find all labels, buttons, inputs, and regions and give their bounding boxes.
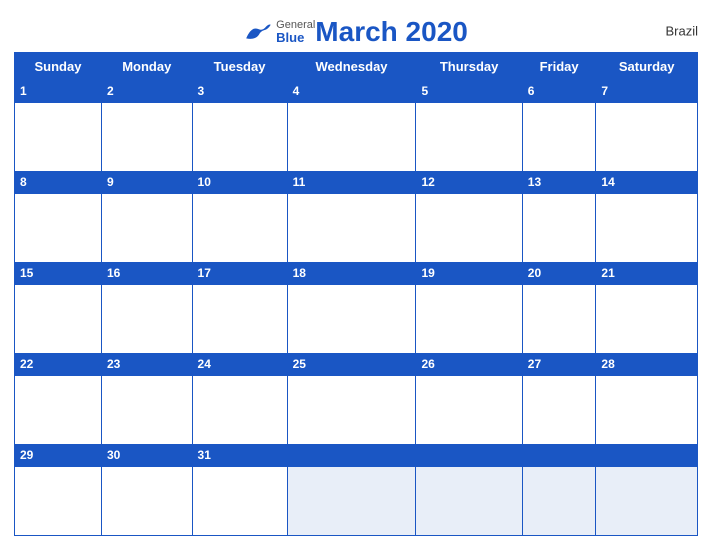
week-3-date-row: 15161718192021 [15,262,698,284]
week-1-date-row: 1234567 [15,81,698,103]
week-3-day-2-cell [192,284,287,353]
week-2-day-0-cell [15,193,102,262]
week-4-day-2-number: 24 [192,353,287,375]
week-1-day-1-cell [101,102,192,171]
week-4-day-1-number: 23 [101,353,192,375]
week-2-day-1-cell [101,193,192,262]
week-4-date-row: 22232425262728 [15,353,698,375]
week-2-day-4-number: 12 [416,171,522,193]
col-tuesday: Tuesday [192,53,287,81]
week-2-day-6-cell [596,193,698,262]
week-1-day-4-cell [416,102,522,171]
week-5-day-3-number [287,444,416,466]
week-3-day-3-number: 18 [287,262,416,284]
week-5-content-row [15,466,698,535]
week-1-day-5-number: 6 [522,81,596,103]
week-3-day-0-number: 15 [15,262,102,284]
week-1-day-1-number: 2 [101,81,192,103]
logo: General Blue [244,19,315,45]
week-2-day-1-number: 9 [101,171,192,193]
logo-text: General Blue [276,19,315,45]
week-4-day-5-number: 27 [522,353,596,375]
week-4-day-4-cell [416,375,522,444]
logo-blue: Blue [276,31,315,45]
week-4-day-4-number: 26 [416,353,522,375]
week-3-day-5-number: 20 [522,262,596,284]
week-3-day-4-number: 19 [416,262,522,284]
week-3-day-6-number: 21 [596,262,698,284]
week-2-day-4-cell [416,193,522,262]
col-sunday: Sunday [15,53,102,81]
week-1-content-row [15,102,698,171]
week-1-day-4-number: 5 [416,81,522,103]
week-5-day-1-number: 30 [101,444,192,466]
week-4-day-1-cell [101,375,192,444]
week-4-day-5-cell [522,375,596,444]
week-2-date-row: 891011121314 [15,171,698,193]
week-4-day-6-number: 28 [596,353,698,375]
week-5-day-4-number [416,444,522,466]
week-2-day-5-number: 13 [522,171,596,193]
logo-bird-icon [244,22,272,42]
week-5-day-2-cell [192,466,287,535]
week-3-day-5-cell [522,284,596,353]
week-5-day-5-number [522,444,596,466]
week-1-day-3-number: 4 [287,81,416,103]
col-saturday: Saturday [596,53,698,81]
calendar-title: March 2020 [315,16,468,48]
week-2-day-3-number: 11 [287,171,416,193]
col-thursday: Thursday [416,53,522,81]
week-1-day-5-cell [522,102,596,171]
week-3-day-1-number: 16 [101,262,192,284]
week-3-day-4-cell [416,284,522,353]
week-1-day-2-cell [192,102,287,171]
week-2-day-0-number: 8 [15,171,102,193]
col-wednesday: Wednesday [287,53,416,81]
weekday-header-row: Sunday Monday Tuesday Wednesday Thursday… [15,53,698,81]
week-5-date-row: 293031 [15,444,698,466]
week-4-day-6-cell [596,375,698,444]
week-5-day-5-cell [522,466,596,535]
calendar-header: General Blue March 2020 Brazil [14,10,698,52]
week-3-day-1-cell [101,284,192,353]
week-2-day-2-number: 10 [192,171,287,193]
week-3-day-2-number: 17 [192,262,287,284]
week-2-day-6-number: 14 [596,171,698,193]
week-5-day-3-cell [287,466,416,535]
week-3-day-6-cell [596,284,698,353]
week-5-day-0-cell [15,466,102,535]
week-2-day-3-cell [287,193,416,262]
calendar-table: Sunday Monday Tuesday Wednesday Thursday… [14,52,698,536]
week-1-day-6-number: 7 [596,81,698,103]
week-4-day-3-cell [287,375,416,444]
country-label: Brazil [665,24,698,39]
week-5-day-0-number: 29 [15,444,102,466]
week-1-day-0-cell [15,102,102,171]
col-friday: Friday [522,53,596,81]
week-5-day-6-number [596,444,698,466]
week-2-day-2-cell [192,193,287,262]
week-4-day-0-number: 22 [15,353,102,375]
week-2-content-row [15,193,698,262]
week-3-day-3-cell [287,284,416,353]
week-5-day-1-cell [101,466,192,535]
week-4-content-row [15,375,698,444]
week-3-day-0-cell [15,284,102,353]
week-1-day-3-cell [287,102,416,171]
week-5-day-4-cell [416,466,522,535]
week-5-day-6-cell [596,466,698,535]
week-2-day-5-cell [522,193,596,262]
week-1-day-0-number: 1 [15,81,102,103]
week-5-day-2-number: 31 [192,444,287,466]
week-1-day-2-number: 3 [192,81,287,103]
week-4-day-0-cell [15,375,102,444]
week-3-content-row [15,284,698,353]
week-4-day-2-cell [192,375,287,444]
week-4-day-3-number: 25 [287,353,416,375]
week-1-day-6-cell [596,102,698,171]
col-monday: Monday [101,53,192,81]
